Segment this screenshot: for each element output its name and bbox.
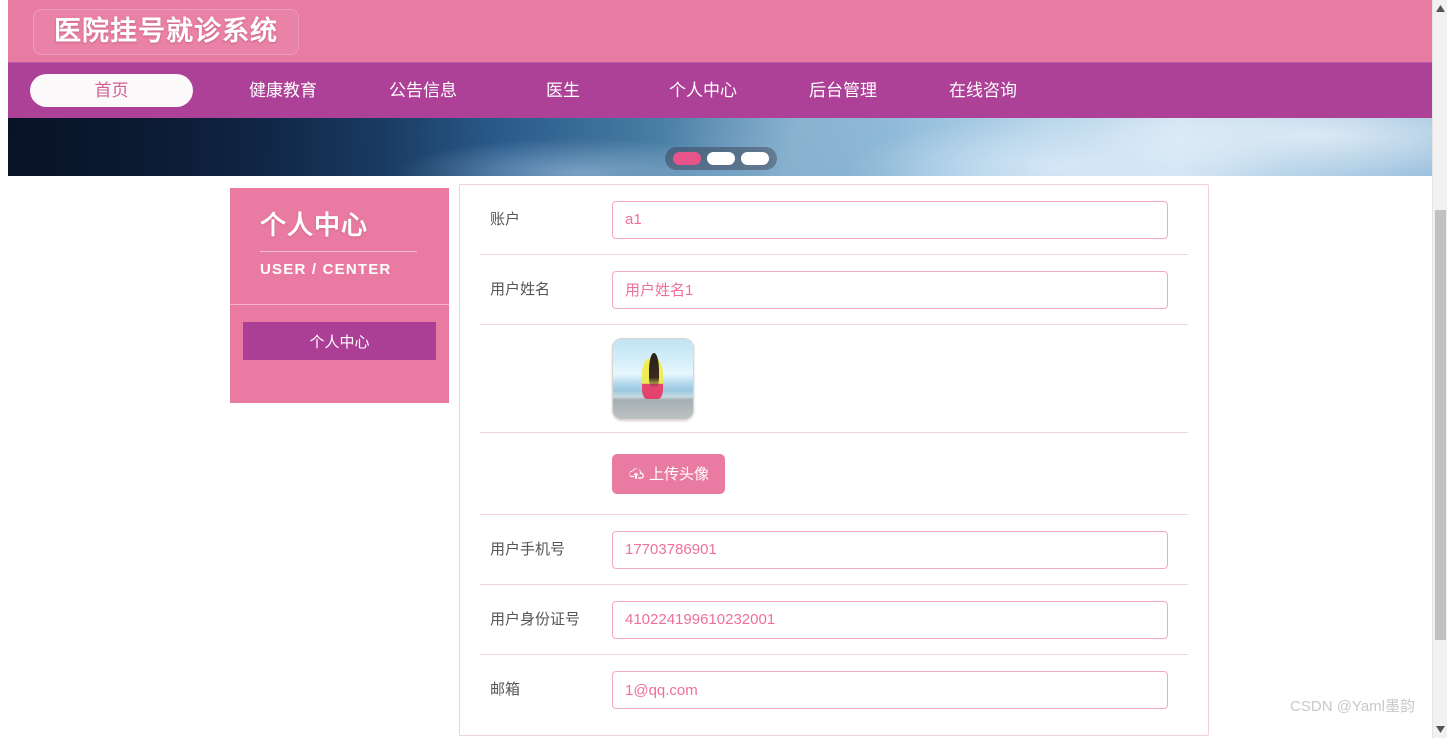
nav-item-label: 在线咨询 [949,81,1017,100]
sidebar-title: 个人中心 [260,210,369,240]
phone-input[interactable] [612,530,1168,569]
scroll-up-arrow-icon[interactable] [1433,0,1447,17]
brand-title: 医院挂号就诊系统 [54,16,278,46]
nav-item-label: 首页 [94,81,129,100]
form-row-upload: 上传头像 [480,433,1188,515]
nav-item-label: 个人中心 [669,81,737,100]
content-area: 个人中心 USER / CENTER 个人中心 账户 a1 用户姓名 用户姓名1… [8,176,1433,736]
profile-form-card: 账户 用户姓名 [459,184,1209,736]
id-card-input[interactable] [612,600,1168,639]
avatar[interactable] [612,337,694,420]
carousel-indicators [664,147,777,170]
sidebar-menu: 个人中心 [230,305,449,360]
label-id-card: 用户身份证号 [490,610,581,628]
nav-item-label: 公告信息 [389,81,457,100]
sidebar-item-label: 个人中心 [309,333,370,351]
carousel-dot-2[interactable] [706,152,735,165]
form-row-username: 用户姓名 [480,255,1188,325]
nav-list: 首页 健康教育 公告信息 医生 个人中心 后台管理 在线咨询 [8,63,1433,118]
form-row-account: 账户 [480,185,1188,255]
form-row-phone: 用户手机号 [480,515,1188,585]
site-header: 医院挂号就诊系统 [8,0,1433,62]
sidebar-item-user-center[interactable]: 个人中心 [243,322,436,360]
nav-item-label: 后台管理 [809,81,877,100]
label-username: 用户姓名 [490,280,551,298]
label-phone: 用户手机号 [490,540,566,558]
brand-logo[interactable]: 医院挂号就诊系统 [33,9,299,55]
upload-avatar-button[interactable]: 上传头像 [612,453,726,494]
nav-item-online-consult[interactable]: 在线咨询 [913,82,1053,99]
nav-item-doctors[interactable]: 医生 [493,82,633,99]
nav-item-health-education[interactable]: 健康教育 [213,82,353,99]
carousel-dot-3[interactable] [740,152,769,165]
carousel-dot-1[interactable] [672,152,701,165]
account-input[interactable] [612,200,1168,239]
scroll-down-arrow-icon[interactable] [1433,721,1447,738]
username-input[interactable] [612,270,1168,309]
sidebar-title-rule [260,251,417,252]
avatar-image [613,338,693,419]
sidebar-header: 个人中心 USER / CENTER [230,188,449,280]
user-center-sidebar: 个人中心 USER / CENTER 个人中心 [230,188,449,403]
hero-carousel[interactable] [8,118,1433,176]
main-navigation: 首页 健康教育 公告信息 医生 个人中心 后台管理 在线咨询 [8,62,1433,118]
nav-item-label: 医生 [546,81,580,100]
nav-item-user-center[interactable]: 个人中心 [633,82,773,99]
form-row-email: 邮箱 [480,655,1188,725]
nav-item-label: 健康教育 [249,81,317,100]
email-input[interactable] [612,671,1168,709]
cloud-upload-icon [628,467,644,480]
browser-viewport: 医院挂号就诊系统 首页 健康教育 公告信息 医生 个人中心 后台管理 在线咨询 … [0,0,1447,738]
nav-item-announcements[interactable]: 公告信息 [353,82,493,99]
form-row-avatar [480,325,1188,433]
label-account: 账户 [490,210,521,228]
page-content: 医院挂号就诊系统 首页 健康教育 公告信息 医生 个人中心 后台管理 在线咨询 … [8,0,1433,738]
sidebar-subtitle: USER / CENTER [260,261,392,278]
scrollbar-thumb[interactable] [1435,210,1446,640]
nav-item-admin[interactable]: 后台管理 [773,82,913,99]
vertical-scrollbar[interactable] [1432,0,1447,738]
nav-item-home[interactable]: 首页 [30,74,193,107]
label-email: 邮箱 [490,681,521,698]
upload-avatar-label: 上传头像 [649,466,710,483]
form-row-id-card: 用户身份证号 [480,585,1188,655]
